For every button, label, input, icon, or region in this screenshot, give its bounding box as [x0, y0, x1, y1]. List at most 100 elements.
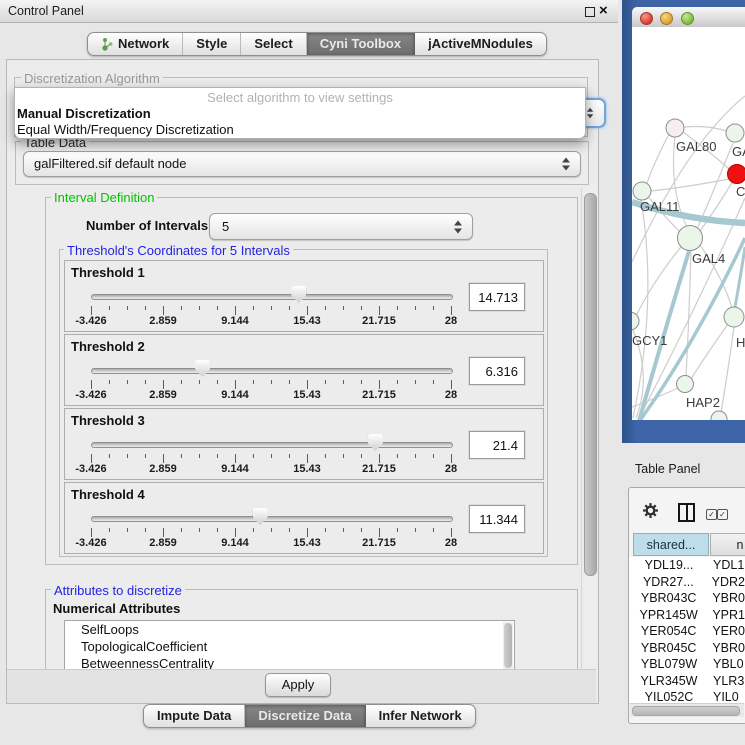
- table-row[interactable]: YER054CYER0: [629, 623, 745, 640]
- network-node-HAP2[interactable]: [677, 376, 694, 393]
- cell-shared-name[interactable]: YPR145W: [629, 607, 708, 624]
- slider-thumb[interactable]: [291, 286, 306, 303]
- table-row[interactable]: YPR145WYPR1: [629, 607, 745, 624]
- tab-discretize-data[interactable]: Discretize Data: [245, 705, 365, 727]
- network-edge[interactable]: [686, 251, 691, 376]
- table-rows[interactable]: YDL19...YDL1YDR27...YDR2YBR043CYBR0YPR14…: [629, 557, 745, 703]
- table-horizontal-scrollbar[interactable]: [630, 703, 744, 717]
- column-visibility-icon[interactable]: [678, 503, 695, 522]
- slider-track[interactable]: [91, 294, 453, 300]
- attribute-list-item[interactable]: SelfLoops: [65, 621, 514, 638]
- network-edge[interactable]: [651, 179, 729, 191]
- cell-name[interactable]: YER0: [708, 623, 745, 640]
- cell-shared-name[interactable]: YER054C: [629, 623, 708, 640]
- tick-mark: [433, 528, 434, 532]
- network-node-node-red[interactable]: [728, 165, 745, 184]
- network-node-node-b[interactable]: [711, 411, 727, 420]
- tick-label: -3.426: [69, 537, 113, 549]
- cell-name[interactable]: YLR3: [709, 673, 744, 690]
- tab-impute-data[interactable]: Impute Data: [144, 705, 245, 727]
- tab-infer-network[interactable]: Infer Network: [366, 705, 475, 727]
- zoom-traffic-light-icon[interactable]: [681, 12, 694, 25]
- close-icon[interactable]: ×: [599, 1, 608, 21]
- minimize-traffic-light-icon[interactable]: [660, 12, 673, 25]
- number-of-intervals-value: 5: [222, 214, 229, 239]
- network-edge[interactable]: [633, 200, 648, 418]
- tick-mark: [91, 380, 92, 389]
- network-window-titlebar[interactable]: [632, 7, 745, 28]
- tab-cyni-toolbox[interactable]: Cyni Toolbox: [307, 33, 415, 55]
- select-all-check-icon[interactable]: ✓: [706, 509, 717, 520]
- slider-thumb[interactable]: [195, 360, 210, 377]
- threshold-value-field[interactable]: 21.4: [469, 431, 525, 459]
- network-node-GAL4[interactable]: [678, 226, 703, 251]
- panel-vertical-scrollbar[interactable]: [581, 188, 598, 669]
- apply-button[interactable]: Apply: [265, 673, 331, 697]
- tick-mark: [289, 454, 290, 458]
- node-label-GAL80: GAL80: [676, 139, 716, 154]
- tick-mark: [433, 454, 434, 458]
- slider-thumb[interactable]: [253, 508, 268, 525]
- close-traffic-light-icon[interactable]: [640, 12, 653, 25]
- network-node-GCY1[interactable]: [632, 312, 639, 330]
- tick-mark: [181, 306, 182, 310]
- threshold-value-field[interactable]: 6.316: [469, 357, 525, 385]
- numerical-attributes-list[interactable]: SelfLoopsTopologicalCoefficientBetweenne…: [64, 620, 515, 671]
- float-window-icon[interactable]: [585, 7, 595, 17]
- tab-style[interactable]: Style: [183, 33, 241, 55]
- slider-track[interactable]: [91, 442, 453, 448]
- network-node-GAL11[interactable]: [633, 182, 651, 200]
- table-row[interactable]: YBL079WYBL0: [629, 656, 745, 673]
- tab-network[interactable]: Network: [88, 33, 183, 55]
- network-edge[interactable]: [721, 327, 734, 412]
- table-row[interactable]: YDL19...YDL1: [629, 557, 745, 574]
- cell-shared-name[interactable]: YDR27...: [629, 574, 708, 591]
- tab-select[interactable]: Select: [241, 33, 306, 55]
- table-row[interactable]: YDR27...YDR2: [629, 574, 745, 591]
- slider-track[interactable]: [91, 516, 453, 522]
- cell-shared-name[interactable]: YBL079W: [629, 656, 709, 673]
- cell-name[interactable]: YIL0: [709, 689, 739, 703]
- slider-track[interactable]: [91, 368, 453, 374]
- attribute-list-item[interactable]: TopologicalCoefficient: [65, 638, 514, 655]
- table-data-combobox[interactable]: galFiltered.sif default node: [23, 151, 581, 177]
- cell-shared-name[interactable]: YIL052C: [629, 689, 709, 703]
- cell-name[interactable]: YBL0: [709, 656, 744, 673]
- table-row[interactable]: YIL052CYIL0: [629, 689, 745, 703]
- network-edge[interactable]: [633, 238, 745, 420]
- tick-mark: [415, 306, 416, 310]
- tab-jactivemnodules[interactable]: jActiveMNodules: [415, 33, 546, 55]
- tick-label: 21.715: [357, 389, 401, 401]
- table-row[interactable]: YLR345WYLR3: [629, 673, 745, 690]
- cell-shared-name[interactable]: YLR345W: [629, 673, 709, 690]
- dropdown-option-manual[interactable]: Manual Discretization: [15, 106, 585, 122]
- cell-name[interactable]: YDR2: [708, 574, 745, 591]
- cell-name[interactable]: YPR1: [708, 607, 745, 624]
- table-row[interactable]: YBR043CYBR0: [629, 590, 745, 607]
- cell-shared-name[interactable]: YBR045C: [629, 640, 708, 657]
- table-row[interactable]: YBR045CYBR0: [629, 640, 745, 657]
- network-icon: [101, 37, 113, 51]
- cell-name[interactable]: YBR0: [708, 640, 745, 657]
- cell-name[interactable]: YDL1: [709, 557, 744, 574]
- list-scrollbar[interactable]: [503, 622, 513, 669]
- network-node-node-h[interactable]: [724, 307, 744, 327]
- settings-gear-icon[interactable]: [642, 502, 659, 524]
- column-header-name[interactable]: n: [710, 533, 745, 556]
- network-node-GAL80[interactable]: [666, 119, 684, 137]
- threshold-value-field[interactable]: 14.713: [469, 283, 525, 311]
- network-edge[interactable]: [684, 127, 726, 132]
- deselect-all-check-icon[interactable]: ✓: [717, 509, 728, 520]
- cell-name[interactable]: YBR0: [708, 590, 745, 607]
- cell-shared-name[interactable]: YDL19...: [629, 557, 709, 574]
- scrollbar-thumb[interactable]: [584, 193, 597, 576]
- network-canvas[interactable]: GAL80GACGAL11GAL4GCY1HHAP2: [632, 27, 745, 420]
- slider-thumb[interactable]: [368, 434, 383, 451]
- column-header-shared[interactable]: shared...: [633, 533, 709, 556]
- number-of-intervals-combobox[interactable]: 5: [209, 213, 473, 240]
- network-node-node-ga[interactable]: [726, 124, 744, 142]
- dropdown-option-equal-width[interactable]: Equal Width/Frequency Discretization: [15, 122, 585, 138]
- network-edge[interactable]: [647, 134, 669, 183]
- cell-shared-name[interactable]: YBR043C: [629, 590, 708, 607]
- threshold-value-field[interactable]: 11.344: [469, 505, 525, 533]
